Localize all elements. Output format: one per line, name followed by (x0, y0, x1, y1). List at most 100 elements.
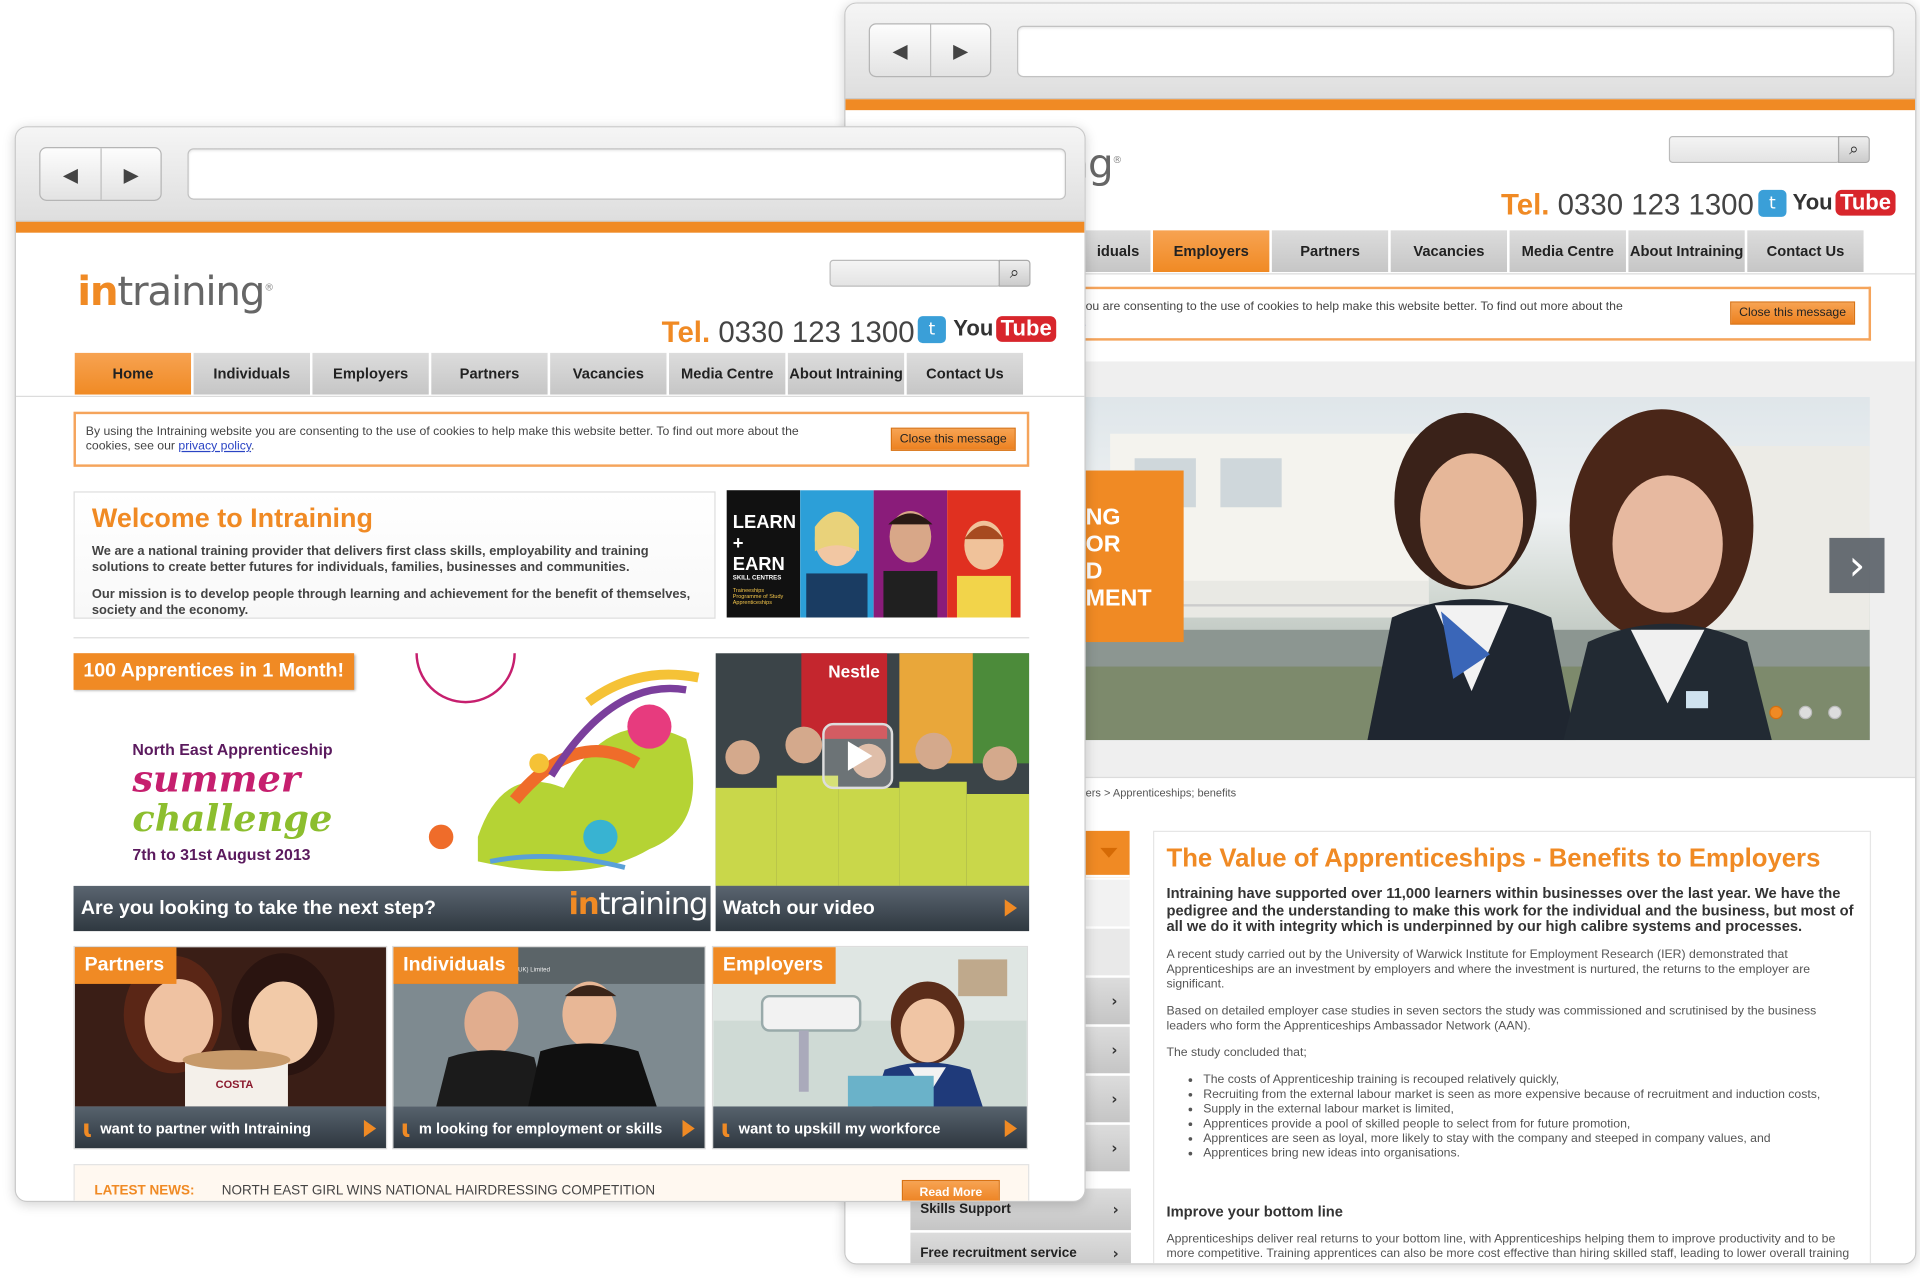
nav-about[interactable]: About Intraining (1628, 230, 1748, 273)
employers-tag: Employers (713, 947, 836, 984)
play-icon (1004, 1119, 1017, 1138)
nav-media-centre[interactable]: Media Centre (1509, 230, 1629, 273)
cookie-text: cookies, see our (85, 439, 176, 454)
search-icon: ⌕ (1009, 263, 1020, 284)
search-input[interactable] (1668, 136, 1841, 163)
summer-challenge-promo[interactable]: 100 Apprentices in 1 Month! North East A… (73, 653, 711, 932)
youtube-icon[interactable]: You Tube (1793, 189, 1896, 216)
stage: ◀ ▶ ng® ⌕ Tel. 0330 123 1300 t You Tube i… (0, 0, 1920, 1278)
partners-tile[interactable]: COSTA Partners ɩ want to partner with Int… (73, 945, 388, 1150)
page-front: intraining® ⌕ Tel. 0330 123 1300 t You Tu… (15, 232, 1085, 1201)
cookie-banner: By using the Intraining website you are … (73, 411, 1030, 467)
video-caption[interactable]: Watch our video (715, 885, 1030, 932)
close-cookie-button[interactable]: Close this message (1730, 301, 1856, 325)
nav-partners[interactable]: Partners (431, 352, 551, 395)
sidebar-item[interactable] (1085, 928, 1130, 978)
article-title: The Value of Apprenticeships - Benefits … (1166, 844, 1821, 873)
individuals-tile[interactable]: M.P Engineering (UK) Limited Individuals… (392, 945, 706, 1150)
welcome-panel: Welcome to Intraining We are a national … (73, 491, 716, 619)
article-paragraph: A recent study carried out by the Univer… (1166, 947, 1811, 991)
play-icon (1004, 899, 1017, 917)
partners-caption[interactable]: ɩ want to partner with Intraining (74, 1106, 386, 1149)
nav-divider (15, 395, 1085, 397)
sidebar-item-free-recruitment[interactable]: Free recruitment service › (910, 1232, 1131, 1264)
nav-about[interactable]: About Intraining (787, 352, 907, 395)
welcome-text: We are a national training provider that… (91, 544, 649, 575)
section-divider (73, 637, 1030, 639)
nav-vacancies[interactable]: Vacancies (1390, 230, 1510, 273)
nav-employers[interactable]: Employers (312, 352, 432, 395)
nav-employers[interactable]: Employers (1153, 230, 1272, 273)
article-subheading: Improve your bottom line (1166, 1202, 1343, 1220)
employers-caption[interactable]: ɩ want to upskill my workforce (713, 1106, 1027, 1149)
nav-individuals[interactable]: iduals (1085, 230, 1154, 273)
sidebar-item[interactable] (1085, 879, 1130, 929)
browser-toolbar: ◀ ▶ (845, 3, 1916, 100)
cookie-banner: you are consenting to the use of cookies… (1069, 286, 1872, 341)
carousel-dot[interactable] (1828, 705, 1842, 720)
cookie-text: you are consenting to the use of cookies… (1079, 300, 1623, 314)
chevron-right-icon: › (1848, 540, 1866, 590)
employers-tile[interactable]: Employers ɩ want to upskill my workforce (711, 945, 1029, 1150)
search-input[interactable] (829, 259, 1002, 287)
carousel-dots (1769, 705, 1842, 720)
learn-earn-panel: LEARN + EARN SKILL CENTRES Traineeships … (726, 490, 801, 618)
learn-earn-banner[interactable]: LEARN + EARN SKILL CENTRES Traineeships … (726, 490, 1021, 618)
list-item: Apprentices bring new ideas into organis… (1203, 1146, 1857, 1161)
youtube-icon[interactable]: You Tube (953, 316, 1057, 342)
back-icon[interactable]: ◀ (40, 148, 100, 199)
video-tile[interactable]: Nestle Watch our video (715, 653, 1030, 932)
sidebar-item[interactable]: › (1085, 1026, 1130, 1076)
read-more-button[interactable]: Read More (901, 1179, 1000, 1201)
chevron-right-icon: › (1111, 1090, 1118, 1108)
search-button[interactable]: ⌕ (998, 259, 1031, 287)
close-cookie-button[interactable]: Close this message (890, 427, 1016, 451)
individuals-caption[interactable]: ɩm looking for employment or skills (393, 1106, 705, 1149)
nav-vacancies[interactable]: Vacancies (550, 352, 670, 395)
telephone: Tel. 0330 123 1300 (1500, 188, 1754, 222)
address-bar[interactable] (187, 148, 1067, 200)
cookie-text: By using the Intraining website you are … (85, 425, 799, 439)
welcome-text: Our mission is to develop people through… (91, 586, 691, 618)
nav-media-centre[interactable]: Media Centre (669, 352, 788, 395)
carousel-dot[interactable] (1798, 705, 1813, 720)
chevron-right-icon: › (1111, 1139, 1118, 1157)
list-item: Recruiting from the external labour mark… (1203, 1087, 1857, 1102)
privacy-policy-link[interactable]: privacy policy (178, 440, 251, 453)
list-item: Apprentices provide a pool of skilled pe… (1203, 1117, 1857, 1132)
article-paragraph: Apprenticeships deliver real returns to … (1166, 1232, 1850, 1261)
nav-individuals[interactable]: Individuals (193, 352, 313, 395)
breadcrumb: ers > Apprenticeships; benefits (1085, 786, 1237, 799)
twitter-icon[interactable]: t (1758, 189, 1787, 217)
forward-icon[interactable]: ▶ (930, 24, 990, 76)
promo-dates: 7th to 31st August 2013 (132, 845, 311, 864)
main-nav: iduals Employers Partners Vacancies Medi… (1085, 230, 1867, 273)
address-bar[interactable] (1016, 25, 1895, 78)
nav-partners[interactable]: Partners (1271, 230, 1391, 273)
chevron-right-icon: › (1111, 992, 1118, 1010)
list-item: The costs of Apprenticeship training is … (1203, 1073, 1857, 1088)
back-icon[interactable]: ◀ (870, 25, 930, 76)
intraining-logo[interactable]: intraining® (77, 267, 274, 315)
sidebar-item[interactable]: › (1085, 1124, 1130, 1174)
browser-toolbar: ◀ ▶ (15, 127, 1085, 222)
search-icon: ⌕ (1849, 139, 1859, 160)
nav-contact[interactable]: Contact Us (906, 352, 1026, 395)
news-headline[interactable]: NORTH EAST GIRL WINS NATIONAL HAIRDRESSI… (222, 1184, 655, 1199)
nav-contact[interactable]: Contact Us (1747, 230, 1867, 273)
promo-heading: North East Apprenticeship (132, 740, 333, 759)
article-lead: Intraining have supported over 11,000 le… (1166, 884, 1854, 935)
search-button[interactable]: ⌕ (1837, 136, 1870, 163)
sidebar-item[interactable]: › (1085, 977, 1130, 1027)
swirl-artwork (415, 653, 700, 872)
learners-photo (800, 490, 1021, 618)
sidebar-item[interactable]: › (1085, 1075, 1130, 1125)
carousel-next-button[interactable]: › (1829, 537, 1885, 594)
sidebar-item-active[interactable] (1085, 830, 1130, 878)
forward-icon[interactable]: ▶ (100, 148, 160, 200)
partners-tag: Partners (74, 947, 177, 984)
twitter-icon[interactable]: t (917, 316, 946, 344)
article-bullets: The costs of Apprenticeship training is … (1166, 1073, 1857, 1161)
nav-home[interactable]: Home (74, 352, 194, 395)
carousel-dot[interactable] (1769, 705, 1783, 720)
